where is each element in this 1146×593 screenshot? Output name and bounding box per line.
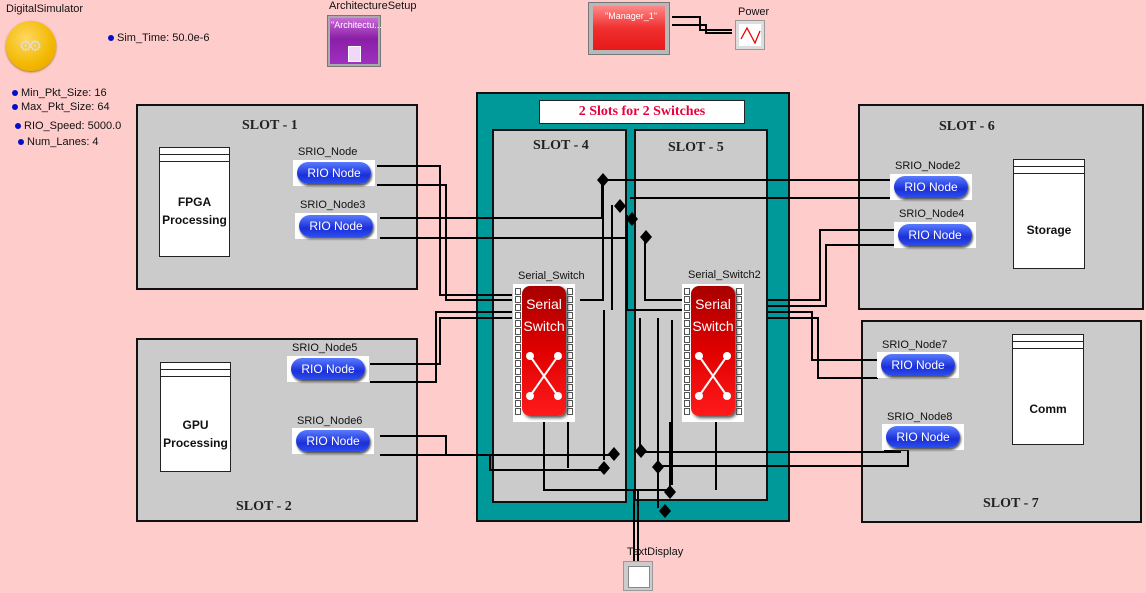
crossbar-icon <box>526 352 562 400</box>
serial-switch-label: Serial_Switch <box>518 270 585 282</box>
srio-node7[interactable]: RIO Node <box>877 352 959 378</box>
serial-switch[interactable]: Serial Switch <box>513 284 575 422</box>
serial-switch2-label: Serial_Switch2 <box>688 269 761 281</box>
srio-node7-label: SRIO_Node7 <box>882 339 948 351</box>
crossbar-icon <box>695 352 731 400</box>
srio-node4-label: SRIO_Node4 <box>899 208 965 220</box>
srio-node5-label: SRIO_Node5 <box>292 342 358 354</box>
srio-node6[interactable]: RIO Node <box>292 428 374 454</box>
srio-node3[interactable]: RIO Node <box>295 213 377 239</box>
srio-node2-label: SRIO_Node2 <box>895 160 961 172</box>
srio-node-label: SRIO_Node <box>298 146 358 158</box>
srio-node[interactable]: RIO Node <box>293 160 375 186</box>
serial-switch-line1: Serial <box>526 296 562 312</box>
srio-node2[interactable]: RIO Node <box>890 174 972 200</box>
text-display-title: TextDisplay <box>627 546 684 558</box>
serial-switch-line2: Switch <box>523 318 565 334</box>
srio-node4[interactable]: RIO Node <box>894 222 976 248</box>
text-display-block[interactable] <box>623 561 653 591</box>
serial-switch2-line1: Serial <box>695 296 731 312</box>
srio-node3-label: SRIO_Node3 <box>300 199 366 211</box>
serial-switch2-line2: Switch <box>692 318 734 334</box>
fpga-processing-block[interactable]: FPGA Processing <box>159 147 230 257</box>
srio-node8[interactable]: RIO Node <box>882 424 964 450</box>
serial-switch2[interactable]: Serial Switch <box>682 284 744 422</box>
comm-block[interactable]: Comm <box>1012 334 1084 445</box>
storage-block[interactable]: Storage <box>1013 159 1085 269</box>
srio-node5[interactable]: RIO Node <box>287 356 369 382</box>
srio-node8-label: SRIO_Node8 <box>887 411 953 423</box>
gpu-processing-block[interactable]: GPU Processing <box>160 362 231 472</box>
srio-node6-label: SRIO_Node6 <box>297 415 363 427</box>
